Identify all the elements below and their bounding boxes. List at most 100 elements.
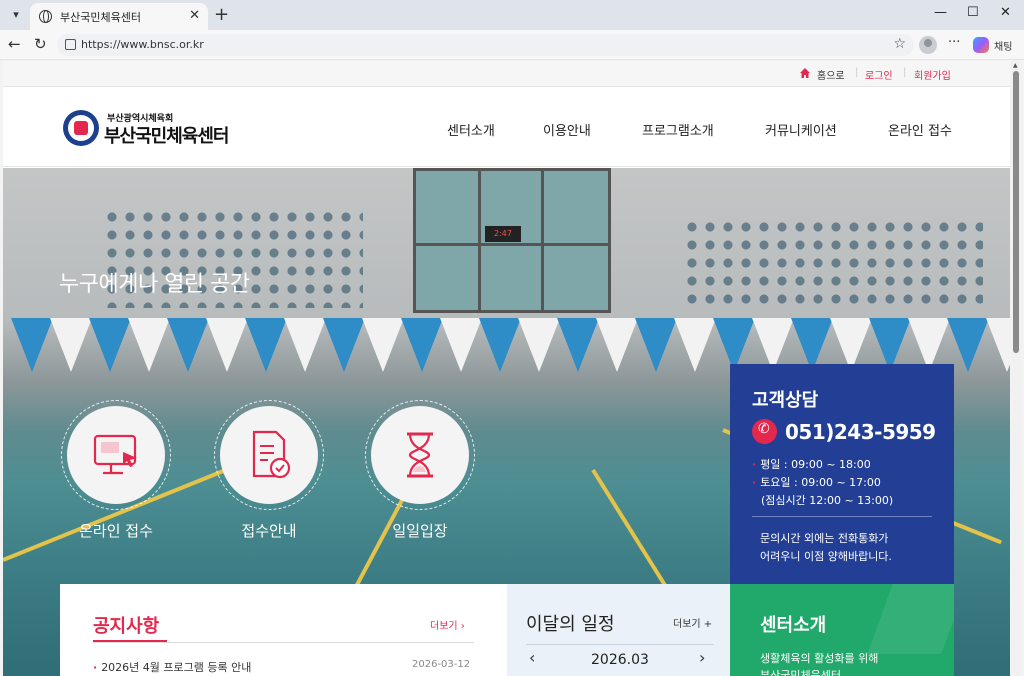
cs-phone-number[interactable]: 051)243-5959	[785, 420, 936, 444]
divider: |	[855, 67, 859, 78]
site-info-icon[interactable]	[65, 39, 76, 50]
maximize-icon[interactable]: ☐	[967, 5, 979, 20]
notice-item[interactable]: 2026년 4월 프로그램 등록 안내	[101, 661, 251, 674]
reload-icon[interactable]: ↻	[34, 35, 47, 53]
pennant-flag	[11, 318, 53, 372]
pennant-flag	[986, 318, 1010, 372]
hourglass-icon	[407, 432, 433, 478]
pennant-flag	[440, 318, 482, 372]
scrollbar-thumb[interactable]	[1013, 71, 1019, 353]
pennant-flag	[635, 318, 677, 372]
pennant-flag	[557, 318, 599, 372]
nav-programs[interactable]: 프로그램소개	[642, 120, 714, 139]
favorite-star-icon[interactable]: ☆	[893, 36, 906, 52]
cs-lunch-hours: (점심시간 12:00 ~ 13:00)	[761, 494, 894, 507]
tab-strip: ▾ 부산국민체육센터 ✕ + — ☐ ✕	[0, 0, 1024, 30]
pennant-flag	[284, 318, 326, 372]
prev-month-icon[interactable]: ‹	[529, 648, 535, 667]
pennant-flag	[362, 318, 404, 372]
cs-title: 고객상담	[752, 390, 819, 411]
schedule-month: 2026.03	[591, 652, 649, 668]
back-icon[interactable]: ←	[8, 35, 21, 53]
nav-usage[interactable]: 이용안내	[543, 120, 591, 139]
decorative-shape	[867, 584, 954, 654]
site-header: 부산광역시체육회 부산국민체육센터 센터소개 이용안내 프로그램소개 커뮤니케이…	[3, 87, 1010, 167]
hero-slogan: 누구에게나 열린 공간	[59, 272, 250, 297]
quick-label: 일일입장	[392, 522, 448, 540]
center-title: 센터소개	[760, 615, 827, 636]
logo-emblem-icon[interactable]	[63, 110, 99, 146]
home-link[interactable]: 홈으로	[817, 67, 845, 82]
next-month-icon[interactable]: ›	[699, 648, 705, 667]
home-icon[interactable]	[799, 67, 811, 79]
pennant-flag	[167, 318, 209, 372]
utility-bar: 홈으로 | 로그인 | 회원가입	[3, 61, 1010, 87]
login-link[interactable]: 로그인	[865, 67, 893, 82]
new-tab-icon[interactable]: +	[214, 4, 229, 25]
cs-note-line1: 문의시간 외에는 전화통화가	[760, 532, 889, 545]
divider	[526, 644, 714, 645]
profile-avatar-icon[interactable]	[919, 36, 937, 54]
pool-clock: 2:47	[485, 226, 521, 242]
pennant-flag	[206, 318, 248, 372]
pennant-flag	[128, 318, 170, 372]
minimize-icon[interactable]: —	[934, 5, 947, 20]
join-link[interactable]: 회원가입	[914, 67, 951, 82]
browser-window: ▾ 부산국민체육센터 ✕ + — ☐ ✕ ← ↻ https://www.bns…	[0, 0, 1024, 676]
document-check-icon	[252, 430, 291, 479]
quick-daily-entry[interactable]: 일일입장	[364, 400, 476, 541]
copilot-icon[interactable]	[973, 37, 989, 53]
notice-date: 2026-03-12	[412, 659, 471, 670]
schedule-more-link[interactable]: 더보기 +	[673, 615, 712, 630]
notice-more-link[interactable]: 더보기 ›	[430, 617, 465, 632]
nav-online-registration[interactable]: 온라인 접수	[888, 120, 952, 139]
notice-title[interactable]: 공지사항	[93, 612, 159, 638]
pennant-flag	[323, 318, 365, 372]
address-bar[interactable]: https://www.bnsc.or.kr ☆	[57, 34, 914, 56]
nav-community[interactable]: 커뮤니케이션	[765, 120, 837, 139]
chat-label[interactable]: 채팅	[994, 38, 1012, 53]
pennant-flag	[245, 318, 287, 372]
nav-about[interactable]: 센터소개	[447, 120, 495, 139]
center-desc-line1: 생활체육의 활성화를 위해	[760, 652, 879, 665]
title-underline	[93, 640, 167, 642]
wall-tiles	[683, 218, 983, 308]
divider	[93, 642, 474, 643]
customer-service-box: 고객상담 051)243-5959 ·평일 : 09:00 ~ 18:00 ·토…	[730, 364, 954, 584]
web-page: 홈으로 | 로그인 | 회원가입 부산광역시체육회 부산국민체육센터 센터소개 …	[3, 61, 1010, 676]
pennant-flag	[89, 318, 131, 372]
hero-banner: 2:47 누구에게나 열린 공간 온라인 접수 접수안내 일일입장 고객상담 ✆…	[3, 168, 1010, 676]
cs-saturday-hours: 토요일 : 09:00 ~ 17:00	[760, 476, 881, 489]
center-desc-line2: 부산국민체육센터	[760, 669, 841, 676]
pennant-flag	[479, 318, 521, 372]
tab-list-menu-icon[interactable]: ▾	[6, 5, 26, 25]
close-window-icon[interactable]: ✕	[1000, 5, 1011, 20]
page-scrollbar[interactable]: ▲	[1011, 61, 1021, 676]
schedule-title: 이달의 일정	[526, 614, 615, 635]
pennant-flag	[518, 318, 560, 372]
quick-label: 접수안내	[241, 522, 297, 540]
tab-title: 부산국민체육센터	[60, 11, 141, 24]
monitor-click-icon	[93, 434, 137, 475]
quick-online-registration[interactable]: 온라인 접수	[60, 400, 172, 541]
cs-weekday-hours: 평일 : 09:00 ~ 18:00	[760, 458, 871, 471]
pennant-flag	[401, 318, 443, 372]
url-text[interactable]: https://www.bnsc.or.kr	[81, 38, 204, 51]
globe-icon	[39, 10, 52, 23]
pennant-flag	[596, 318, 638, 372]
address-bar-row: ← ↻ https://www.bnsc.or.kr ☆ ··· 채팅	[0, 30, 1024, 60]
quick-registration-guide[interactable]: 접수안내	[213, 400, 325, 541]
center-intro-panel[interactable]: 센터소개 생활체육의 활성화를 위해 부산국민체육센터	[730, 584, 954, 676]
scroll-up-icon[interactable]: ▲	[1013, 62, 1018, 69]
more-menu-icon[interactable]: ···	[948, 35, 960, 50]
pennant-flag	[50, 318, 92, 372]
notice-panel: 공지사항 더보기 › · 2026년 4월 프로그램 등록 안내 2026-03-…	[60, 584, 507, 676]
divider	[752, 516, 932, 517]
close-tab-icon[interactable]: ✕	[189, 8, 200, 23]
schedule-panel: 이달의 일정 더보기 + ‹ 2026.03 ›	[507, 584, 730, 676]
quick-label: 온라인 접수	[79, 522, 153, 540]
divider: |	[903, 67, 907, 78]
logo-title[interactable]: 부산국민체육센터	[104, 122, 229, 148]
browser-tab[interactable]: 부산국민체육센터 ✕	[30, 3, 208, 30]
pennant-flag	[674, 318, 716, 372]
